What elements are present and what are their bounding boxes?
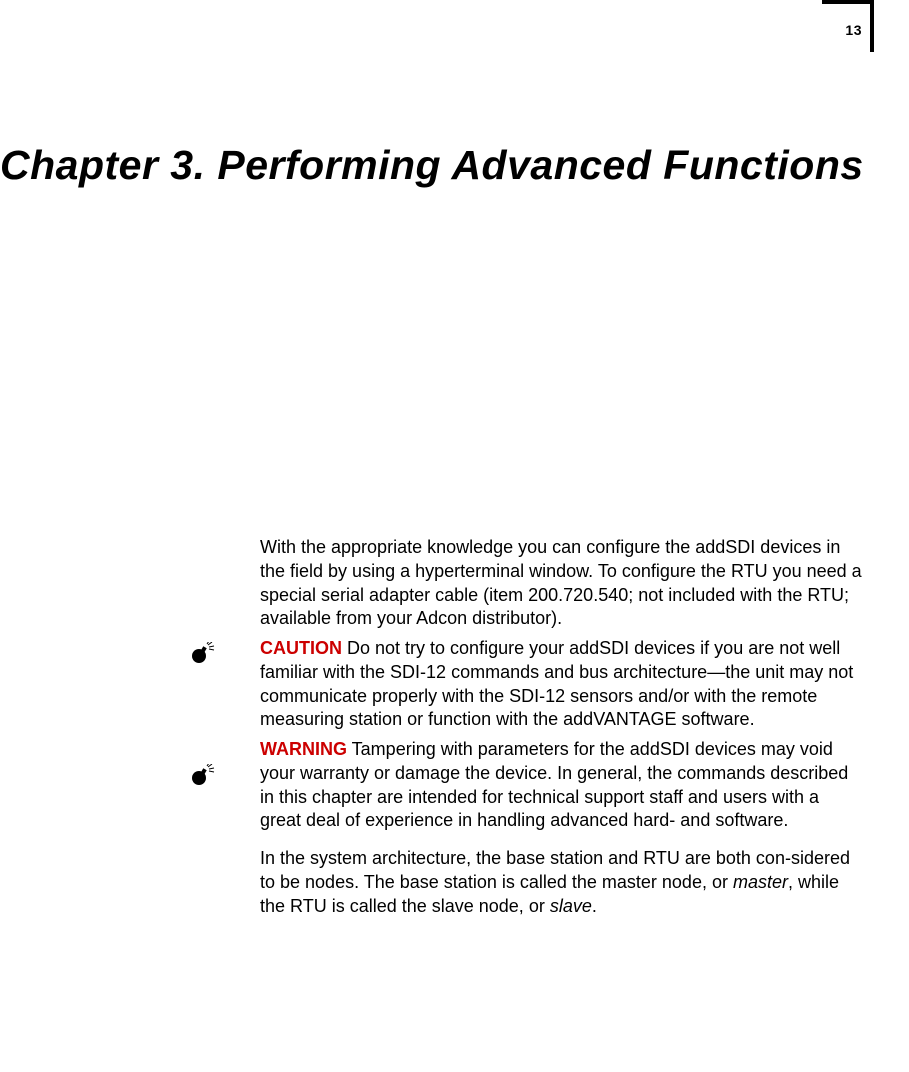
caution-label: CAUTION — [260, 638, 342, 658]
warning-paragraph: WARNING Tampering with parameters for th… — [260, 738, 862, 833]
corner-rule-horizontal — [822, 0, 874, 4]
page: 13 Chapter 3. Performing Advanced Functi… — [0, 0, 909, 1072]
arch-text-master: master — [733, 872, 788, 892]
body-column: With the appropriate knowledge you can c… — [260, 536, 862, 924]
corner-rule-vertical — [870, 0, 874, 52]
caution-bomb-icon — [190, 642, 216, 664]
page-number: 13 — [845, 22, 862, 38]
caution-paragraph: CAUTION Do not try to configure your add… — [260, 637, 862, 732]
warning-bomb-icon — [190, 764, 216, 786]
warning-label: WARNING — [260, 739, 347, 759]
caution-text: Do not try to configure your addSDI devi… — [260, 638, 853, 729]
chapter-title: Chapter 3. Performing Advanced Functions — [0, 140, 869, 191]
warning-text: Tampering with parameters for the addSDI… — [260, 739, 848, 830]
architecture-paragraph: In the system architecture, the base sta… — [260, 847, 862, 918]
intro-paragraph: With the appropriate knowledge you can c… — [260, 536, 862, 631]
arch-text-post: . — [592, 896, 597, 916]
arch-text-slave: slave — [550, 896, 592, 916]
